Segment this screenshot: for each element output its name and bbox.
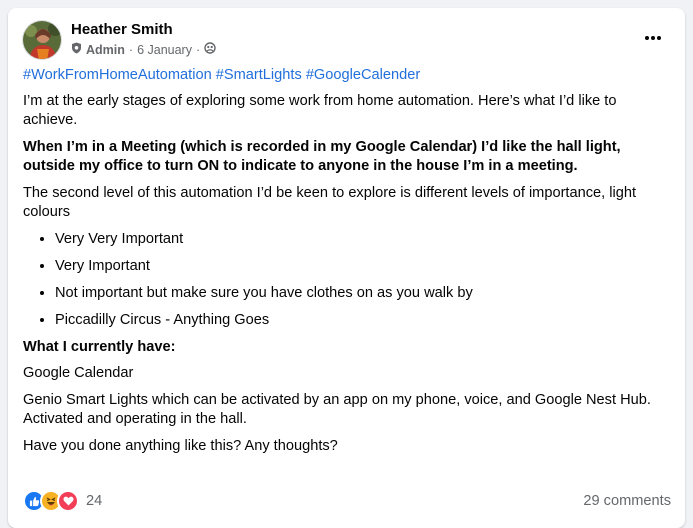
list-item: Piccadilly Circus - Anything Goes: [55, 311, 668, 331]
meta-separator: ·: [195, 42, 201, 57]
role-badge[interactable]: Admin: [86, 43, 125, 57]
meta-separator: ·: [128, 42, 134, 57]
post-date[interactable]: 6 January: [137, 43, 192, 57]
post-paragraph: Genio Smart Lights which can be activate…: [23, 391, 651, 428]
post-paragraph: Have you done anything like this? Any th…: [23, 437, 338, 454]
importance-list: Very Very Important Very Important Not i…: [23, 230, 668, 331]
comments-count[interactable]: 29 comments: [583, 493, 671, 509]
post-paragraph-bold: When I’m in a Meeting (which is recorded…: [23, 138, 621, 175]
shield-icon: [71, 42, 82, 57]
group-icon[interactable]: [204, 42, 216, 57]
reaction-summary[interactable]: 24: [23, 490, 102, 512]
list-item: Not important but make sure you have clo…: [55, 284, 668, 304]
list-item: Very Important: [55, 257, 668, 277]
hashtag-link[interactable]: #GoogleCalender: [306, 67, 420, 83]
more-options-icon[interactable]: [635, 26, 671, 50]
love-icon: [57, 490, 79, 512]
hashtag-link[interactable]: #SmartLights: [216, 67, 302, 83]
post-footer: 24 29 comments: [23, 490, 671, 512]
post-paragraph: I’m at the early stages of exploring som…: [23, 92, 617, 129]
post-card: Heather Smith Admin · 6 January · #WorkF…: [8, 8, 685, 528]
hashtags: #WorkFromHomeAutomation #SmartLights #Go…: [23, 66, 668, 86]
avatar[interactable]: [22, 20, 62, 60]
post-paragraph: The second level of this automation I’d …: [23, 184, 637, 221]
hashtag-link[interactable]: #WorkFromHomeAutomation: [23, 67, 212, 83]
post-meta: Admin · 6 January ·: [71, 42, 216, 57]
post-header: Heather Smith Admin · 6 January ·: [22, 20, 662, 64]
post-paragraph: Google Calendar: [23, 365, 134, 381]
list-item: Very Very Important: [55, 230, 668, 250]
author-name[interactable]: Heather Smith: [71, 21, 173, 38]
post-subheading: What I currently have:: [23, 338, 176, 355]
post-body: #WorkFromHomeAutomation #SmartLights #Go…: [23, 66, 668, 463]
reaction-count[interactable]: 24: [86, 493, 102, 509]
